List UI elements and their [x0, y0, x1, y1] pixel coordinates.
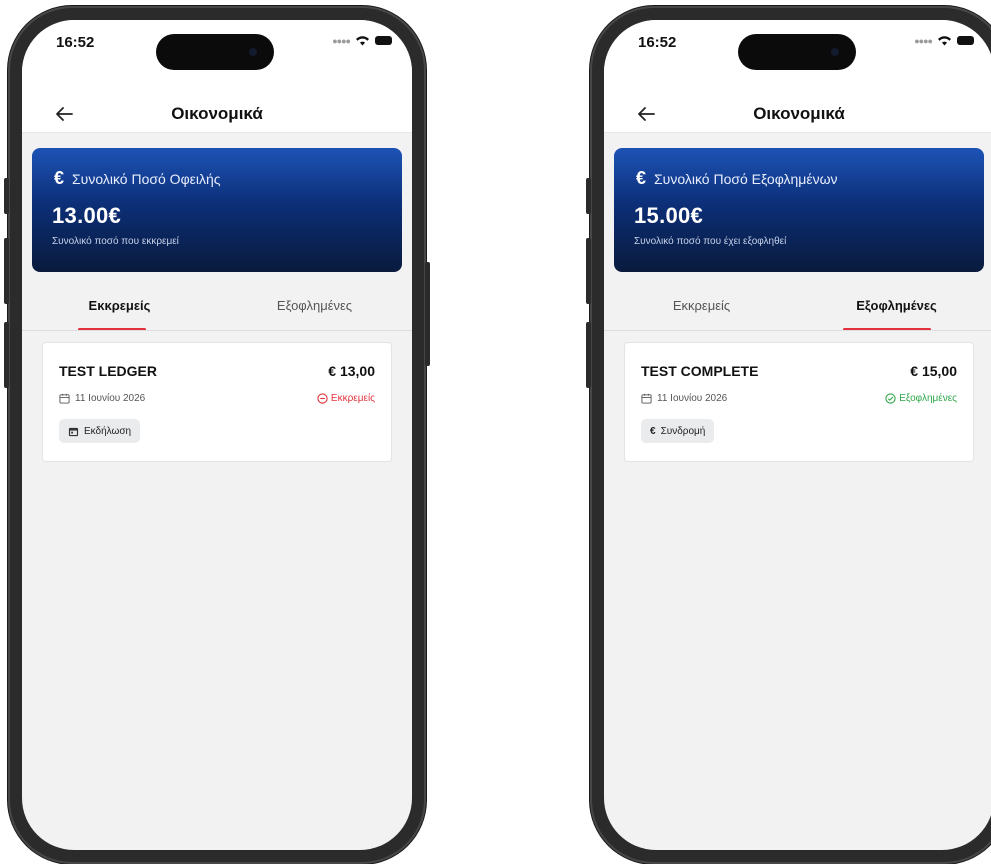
dynamic-island [738, 34, 856, 70]
screen: 16:52 ●●●● Οικονομικά € Συνολικό Ποσό Εξ… [604, 20, 991, 850]
dynamic-island [156, 34, 274, 70]
signal-icon: ●●●● [332, 35, 351, 46]
status-text: Εξοφλημένες [899, 393, 957, 404]
item-date-text: 11 Ιουνίου 2026 [75, 393, 146, 404]
volume-up-button [4, 238, 9, 304]
tab-pending[interactable]: Εκκρεμείς [22, 298, 217, 313]
battery-icon [375, 36, 392, 45]
app-header: 16:52 ●●●● Οικονομικά [604, 20, 991, 133]
tab-pending[interactable]: Εκκρεμείς [604, 298, 799, 313]
summary-card: € Συνολικό Ποσό Οφειλής 13.00€ Συνολικό … [32, 148, 402, 272]
summary-subtitle: Συνολικό ποσό που εκκρεμεί [52, 236, 179, 247]
summary-card: € Συνολικό Ποσό Εξοφλημένων 15.00€ Συνολ… [614, 148, 984, 272]
battery-icon [957, 36, 974, 45]
volume-down-button [4, 322, 9, 388]
power-button [425, 262, 430, 366]
phone-frame-paid: 16:52 ●●●● Οικονομικά € Συνολικό Ποσό Εξ… [586, 6, 991, 864]
euro-icon: € [650, 425, 656, 437]
phone-frame-pending: 16:52 ●●●● Οικονομικά € Συνολικό Ποσό Οφ… [4, 6, 430, 864]
status-time: 16:52 [56, 34, 95, 51]
page-title: Οικονομικά [753, 104, 845, 123]
check-circle-icon [885, 393, 896, 404]
summary-amount: 13.00€ [52, 203, 122, 228]
tab-paid[interactable]: Εξοφλημένες [217, 298, 412, 313]
item-date: 11 Ιουνίου 2026 [641, 393, 727, 404]
item-date: 11 Ιουνίου 2026 [59, 393, 145, 404]
chip-label: Συνδρομή [660, 425, 706, 437]
volume-down-button [586, 322, 591, 388]
calendar-event-icon [68, 427, 79, 436]
category-chip: € Συνδρομή [641, 419, 715, 443]
tab-divider [22, 330, 412, 331]
chip-label: Εκδήλωση [84, 425, 132, 437]
tab-bar: Εκκρεμείς Εξοφλημένες [604, 288, 991, 332]
status-text: Εκκρεμείς [330, 393, 375, 404]
item-amount: € 13,00 [328, 363, 375, 379]
screen: 16:52 ●●●● Οικονομικά € Συνολικό Ποσό Οφ… [22, 20, 412, 850]
wifi-icon [938, 36, 951, 46]
summary-amount: 15.00€ [634, 203, 704, 228]
signal-icon: ●●●● [914, 35, 933, 46]
minus-circle-icon [317, 393, 328, 404]
category-chip: Εκδήλωση [59, 419, 141, 443]
item-date-text: 11 Ιουνίου 2026 [657, 393, 728, 404]
mute-switch [586, 178, 591, 214]
wifi-icon [356, 36, 369, 46]
summary-subtitle: Συνολικό ποσό που έχει εξοφληθεί [634, 236, 787, 247]
calendar-icon [641, 393, 652, 404]
page-title: Οικονομικά [171, 104, 263, 123]
status-time: 16:52 [638, 34, 677, 51]
volume-up-button [586, 238, 591, 304]
ledger-item-card[interactable]: TEST LEDGER € 13,00 11 Ιουνίου 2026 Εκκρ… [42, 342, 392, 462]
camera-icon [828, 45, 842, 59]
mute-switch [4, 178, 9, 214]
summary-title: Συνολικό Ποσό Εξοφλημένων [654, 170, 838, 187]
camera-icon [246, 45, 260, 59]
item-title: TEST COMPLETE [641, 363, 759, 379]
item-amount: € 15,00 [910, 363, 957, 379]
status-icons: ●●●● [914, 35, 974, 46]
tab-divider [604, 330, 991, 331]
tab-bar: Εκκρεμείς Εξοφλημένες [22, 288, 412, 332]
summary-header: € Συνολικό Ποσό Οφειλής [54, 168, 221, 189]
calendar-icon [59, 393, 70, 404]
ledger-item-card[interactable]: TEST COMPLETE € 15,00 11 Ιουνίου 2026 Εξ… [624, 342, 974, 462]
status-badge: Εκκρεμείς [317, 393, 375, 404]
item-title: TEST LEDGER [59, 363, 158, 379]
summary-header: € Συνολικό Ποσό Εξοφλημένων [636, 168, 838, 189]
status-badge: Εξοφλημένες [885, 393, 957, 404]
tab-paid[interactable]: Εξοφλημένες [799, 298, 991, 313]
app-header: 16:52 ●●●● Οικονομικά [22, 20, 412, 133]
euro-icon: € [636, 168, 647, 188]
summary-title: Συνολικό Ποσό Οφειλής [72, 170, 221, 187]
euro-icon: € [54, 168, 65, 188]
status-icons: ●●●● [332, 35, 392, 46]
